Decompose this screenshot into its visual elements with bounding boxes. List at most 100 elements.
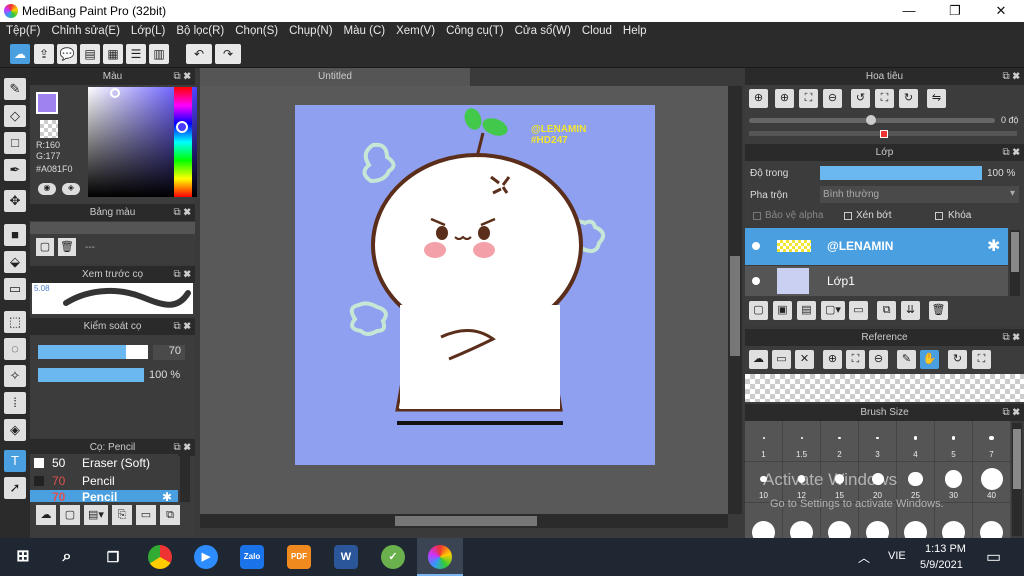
picker-cursor[interactable] bbox=[110, 88, 120, 98]
brush-size-cell[interactable]: 25 bbox=[897, 462, 934, 502]
merge-layer-icon[interactable]: ⇊ bbox=[901, 301, 920, 320]
medibang-taskbar-item[interactable] bbox=[417, 538, 463, 576]
new-layer-icon[interactable]: ▢ bbox=[749, 301, 768, 320]
ref-flip-icon[interactable]: ⛶ bbox=[972, 350, 991, 369]
brush-size-cell[interactable]: 1 bbox=[745, 421, 782, 461]
ref-fit-icon[interactable]: ⛶ bbox=[846, 350, 865, 369]
brush-settings-icon[interactable]: ⎘ bbox=[112, 505, 132, 525]
panel-close-icon[interactable]: ⧉ ✖ bbox=[1002, 329, 1020, 346]
menu-color[interactable]: Màu (C) bbox=[338, 22, 391, 37]
cloud-upload-icon[interactable]: ☁ bbox=[749, 350, 768, 369]
folder-icon[interactable]: ▭ bbox=[136, 505, 156, 525]
delete-layer-icon[interactable]: 🗑 bbox=[929, 301, 948, 320]
brush-size-cell[interactable]: 4 bbox=[897, 421, 934, 461]
layer-row-selected[interactable]: @LENAMIN ✱ bbox=[745, 228, 1008, 265]
fit-screen-icon[interactable]: ⛶ bbox=[875, 89, 894, 108]
clock-time[interactable]: 1:13 PM bbox=[925, 543, 966, 555]
brush-item[interactable]: 70 Pencil bbox=[30, 472, 178, 490]
gear-icon[interactable]: ✱ bbox=[987, 236, 1000, 256]
eyedrop-icon[interactable]: ◈ bbox=[62, 183, 80, 195]
menu-snap[interactable]: Chụp(N) bbox=[283, 22, 337, 37]
menu-select[interactable]: Chọn(S) bbox=[229, 22, 283, 37]
zoom-slider-thumb[interactable] bbox=[866, 115, 876, 125]
menu-view[interactable]: Xem(V) bbox=[390, 22, 440, 37]
ref-zoom-in-icon[interactable]: ⊕ bbox=[823, 350, 842, 369]
layer-folder-icon[interactable]: ▭ bbox=[849, 301, 868, 320]
panel-close-icon[interactable]: ⧉ ✖ bbox=[173, 266, 191, 283]
swatch-strip[interactable] bbox=[30, 222, 195, 234]
brush-menu-icon[interactable]: ▤▾ bbox=[84, 505, 108, 525]
fill-rect-tool-icon[interactable]: ■ bbox=[4, 224, 26, 246]
close-reference-icon[interactable]: ✕ bbox=[795, 350, 814, 369]
zoom-plus-icon[interactable]: ⊕ bbox=[775, 89, 794, 108]
chrome-icon[interactable] bbox=[148, 545, 172, 569]
zoom-in-icon[interactable]: ⊕ bbox=[749, 89, 768, 108]
foreground-color-swatch[interactable] bbox=[36, 92, 58, 114]
close-button[interactable]: ✕ bbox=[978, 0, 1024, 22]
document-tab[interactable]: Untitled bbox=[200, 68, 470, 86]
clock-date[interactable]: 5/9/2021 bbox=[920, 559, 963, 571]
select-pen-icon[interactable]: ⁞ bbox=[4, 392, 26, 414]
reference-canvas[interactable] bbox=[745, 374, 1024, 402]
duplicate-icon[interactable]: ⧉ bbox=[160, 505, 180, 525]
brush-item-selected[interactable]: 70 Pencil ✱ bbox=[30, 490, 178, 502]
comment-icon[interactable]: 💬 bbox=[57, 44, 77, 64]
panel-close-icon[interactable]: ⧉ ✖ bbox=[1002, 68, 1020, 85]
flip-icon[interactable]: ⇋ bbox=[927, 89, 946, 108]
brush-size-cell[interactable]: 5 bbox=[935, 421, 972, 461]
blend-mode-select[interactable]: Bình thường ▾ bbox=[820, 186, 1019, 203]
brush-size-cell[interactable]: 7 bbox=[973, 421, 1010, 461]
brush-tool-icon[interactable]: ✎ bbox=[4, 78, 26, 100]
canvas-hscroll[interactable] bbox=[200, 514, 728, 528]
gradient-tool-icon[interactable]: ▭ bbox=[4, 278, 26, 300]
add-layer-menu-icon[interactable]: ▢▾ bbox=[821, 301, 845, 320]
menu-window[interactable]: Cửa sổ(W) bbox=[509, 22, 576, 37]
brush-size-cell[interactable]: 3 bbox=[859, 421, 896, 461]
brush-size-cell[interactable]: 30 bbox=[935, 462, 972, 502]
protect-alpha-checkbox[interactable] bbox=[753, 212, 761, 220]
eyedropper-icon[interactable]: ✎ bbox=[897, 350, 916, 369]
chevron-up-icon[interactable]: ︿ bbox=[858, 549, 870, 566]
redo-icon[interactable]: ↷ bbox=[215, 44, 241, 64]
brush-size-cell[interactable]: 1.5 bbox=[783, 421, 820, 461]
zoom-out-icon[interactable]: ⊖ bbox=[823, 89, 842, 108]
hand-icon[interactable]: ✋ bbox=[920, 350, 939, 369]
cloud-brush-icon[interactable]: ☁ bbox=[36, 505, 56, 525]
menu-layer[interactable]: Lớp(L) bbox=[125, 22, 170, 37]
palette-icon[interactable]: ◉ bbox=[38, 183, 56, 195]
clip-app-icon[interactable]: ✓ bbox=[381, 545, 405, 569]
brush-size-scrollbar[interactable] bbox=[1012, 423, 1022, 536]
select-eraser-icon[interactable]: ◈ bbox=[4, 419, 26, 441]
menu-file[interactable]: Tệp(F) bbox=[0, 22, 46, 37]
duplicate-layer-icon[interactable]: ⧉ bbox=[877, 301, 896, 320]
undo-icon[interactable]: ↶ bbox=[186, 44, 212, 64]
menu-cloud[interactable]: Cloud bbox=[576, 22, 617, 37]
brush-item[interactable]: 50 Eraser (Soft) bbox=[30, 454, 178, 472]
new-1bit-layer-icon[interactable]: ▤ bbox=[797, 301, 816, 320]
brush-list-scrollbar[interactable] bbox=[180, 456, 190, 502]
zoom-app-icon[interactable]: ▶ bbox=[194, 545, 218, 569]
minimize-button[interactable]: — bbox=[886, 0, 932, 22]
bucket-tool-icon[interactable]: ⬙ bbox=[4, 251, 26, 273]
share-icon[interactable]: ⇪ bbox=[34, 44, 54, 64]
layer-row[interactable]: Lớp1 bbox=[745, 266, 1008, 296]
word-icon[interactable]: W bbox=[334, 545, 358, 569]
panel-close-icon[interactable]: ⧉ ✖ bbox=[173, 204, 191, 221]
layer-scrollbar[interactable] bbox=[1010, 230, 1020, 296]
cloud-icon[interactable]: ☁ bbox=[10, 44, 30, 64]
lock-checkbox[interactable] bbox=[935, 212, 943, 220]
move-tool-icon[interactable]: ✥ bbox=[4, 190, 26, 212]
magic-wand-icon[interactable]: ✧ bbox=[4, 365, 26, 387]
dot-tool-icon[interactable]: □ bbox=[4, 132, 26, 154]
select-rect-icon[interactable]: ⬚ bbox=[4, 311, 26, 333]
pen-tool-icon[interactable]: ✒ bbox=[4, 159, 26, 181]
ref-rotate-icon[interactable]: ↻ bbox=[948, 350, 967, 369]
fit-icon[interactable]: ⛶ bbox=[799, 89, 818, 108]
panel-close-icon[interactable]: ⧉ ✖ bbox=[173, 318, 191, 335]
hue-slider[interactable] bbox=[174, 87, 192, 197]
new-halftone-layer-icon[interactable]: ▣ bbox=[773, 301, 792, 320]
language-indicator[interactable]: VIE bbox=[888, 550, 906, 562]
brush-size-cell[interactable] bbox=[973, 503, 1010, 544]
notification-icon[interactable]: ▭ bbox=[986, 547, 1001, 567]
brush-size-value[interactable]: 70 bbox=[153, 345, 185, 360]
